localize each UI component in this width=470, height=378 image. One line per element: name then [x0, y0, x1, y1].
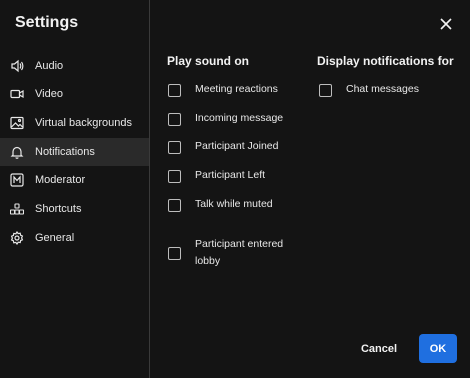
sidebar-item-audio[interactable]: Audio: [0, 52, 149, 80]
sidebar-item-virtual-backgrounds[interactable]: Virtual backgrounds: [0, 109, 149, 137]
checkbox[interactable]: [168, 141, 181, 154]
sidebar-item-label: Virtual backgrounds: [35, 117, 133, 129]
checkbox[interactable]: [168, 170, 181, 183]
checkbox[interactable]: [168, 84, 181, 97]
sidebar-item-label: Shortcuts: [35, 203, 82, 215]
sidebar-item-notifications[interactable]: Notifications: [0, 138, 149, 166]
cancel-button[interactable]: Cancel: [350, 336, 408, 362]
option-participant-left[interactable]: Participant Left: [168, 169, 266, 184]
shortcuts-icon: [10, 202, 24, 216]
display-notifications-title: Display notifications for: [317, 54, 454, 68]
image-icon: [10, 116, 24, 130]
option-participant-entered-lobby[interactable]: Participant entered lobby: [168, 236, 295, 270]
sidebar: Settings Audio Video Virtual backgrounds…: [0, 0, 150, 378]
moderator-icon: [10, 173, 24, 187]
option-label: Participant Left: [195, 169, 266, 181]
sidebar-item-label: Moderator: [35, 174, 86, 186]
ok-button[interactable]: OK: [419, 334, 457, 363]
option-label: Participant Joined: [195, 140, 279, 152]
option-label: Incoming message: [195, 112, 284, 124]
checkbox[interactable]: [168, 199, 181, 212]
checkbox[interactable]: [319, 84, 332, 97]
bell-icon: [10, 145, 24, 159]
sidebar-item-label: General: [35, 232, 75, 244]
option-meeting-reactions[interactable]: Meeting reactions: [168, 83, 278, 98]
play-sound-title: Play sound on: [167, 54, 250, 68]
option-label: Chat messages: [346, 83, 419, 95]
speaker-icon: [10, 59, 24, 73]
option-chat-messages[interactable]: Chat messages: [319, 83, 419, 98]
sidebar-item-moderator[interactable]: Moderator: [0, 166, 149, 194]
gear-icon: [10, 231, 24, 245]
sidebar-item-general[interactable]: General: [0, 224, 149, 252]
sidebar-item-shortcuts[interactable]: Shortcuts: [0, 195, 149, 223]
sidebar-item-label: Notifications: [35, 146, 95, 158]
option-label: Talk while muted: [195, 198, 273, 210]
option-label: Participant entered lobby: [195, 238, 284, 267]
checkbox[interactable]: [168, 246, 181, 260]
dialog-title: Settings: [15, 14, 79, 31]
option-label: Meeting reactions: [195, 83, 278, 95]
checkbox[interactable]: [168, 113, 181, 126]
sidebar-item-label: Video: [35, 88, 63, 100]
settings-dialog: Settings Audio Video Virtual backgrounds…: [0, 0, 470, 378]
option-incoming-message[interactable]: Incoming message: [168, 112, 284, 127]
close-button[interactable]: [438, 16, 454, 32]
option-talk-while-muted[interactable]: Talk while muted: [168, 198, 273, 213]
option-participant-joined[interactable]: Participant Joined: [168, 140, 279, 155]
sidebar-item-label: Audio: [35, 60, 64, 72]
sidebar-item-video[interactable]: Video: [0, 80, 149, 108]
close-icon: [438, 18, 454, 36]
video-camera-icon: [10, 87, 24, 101]
